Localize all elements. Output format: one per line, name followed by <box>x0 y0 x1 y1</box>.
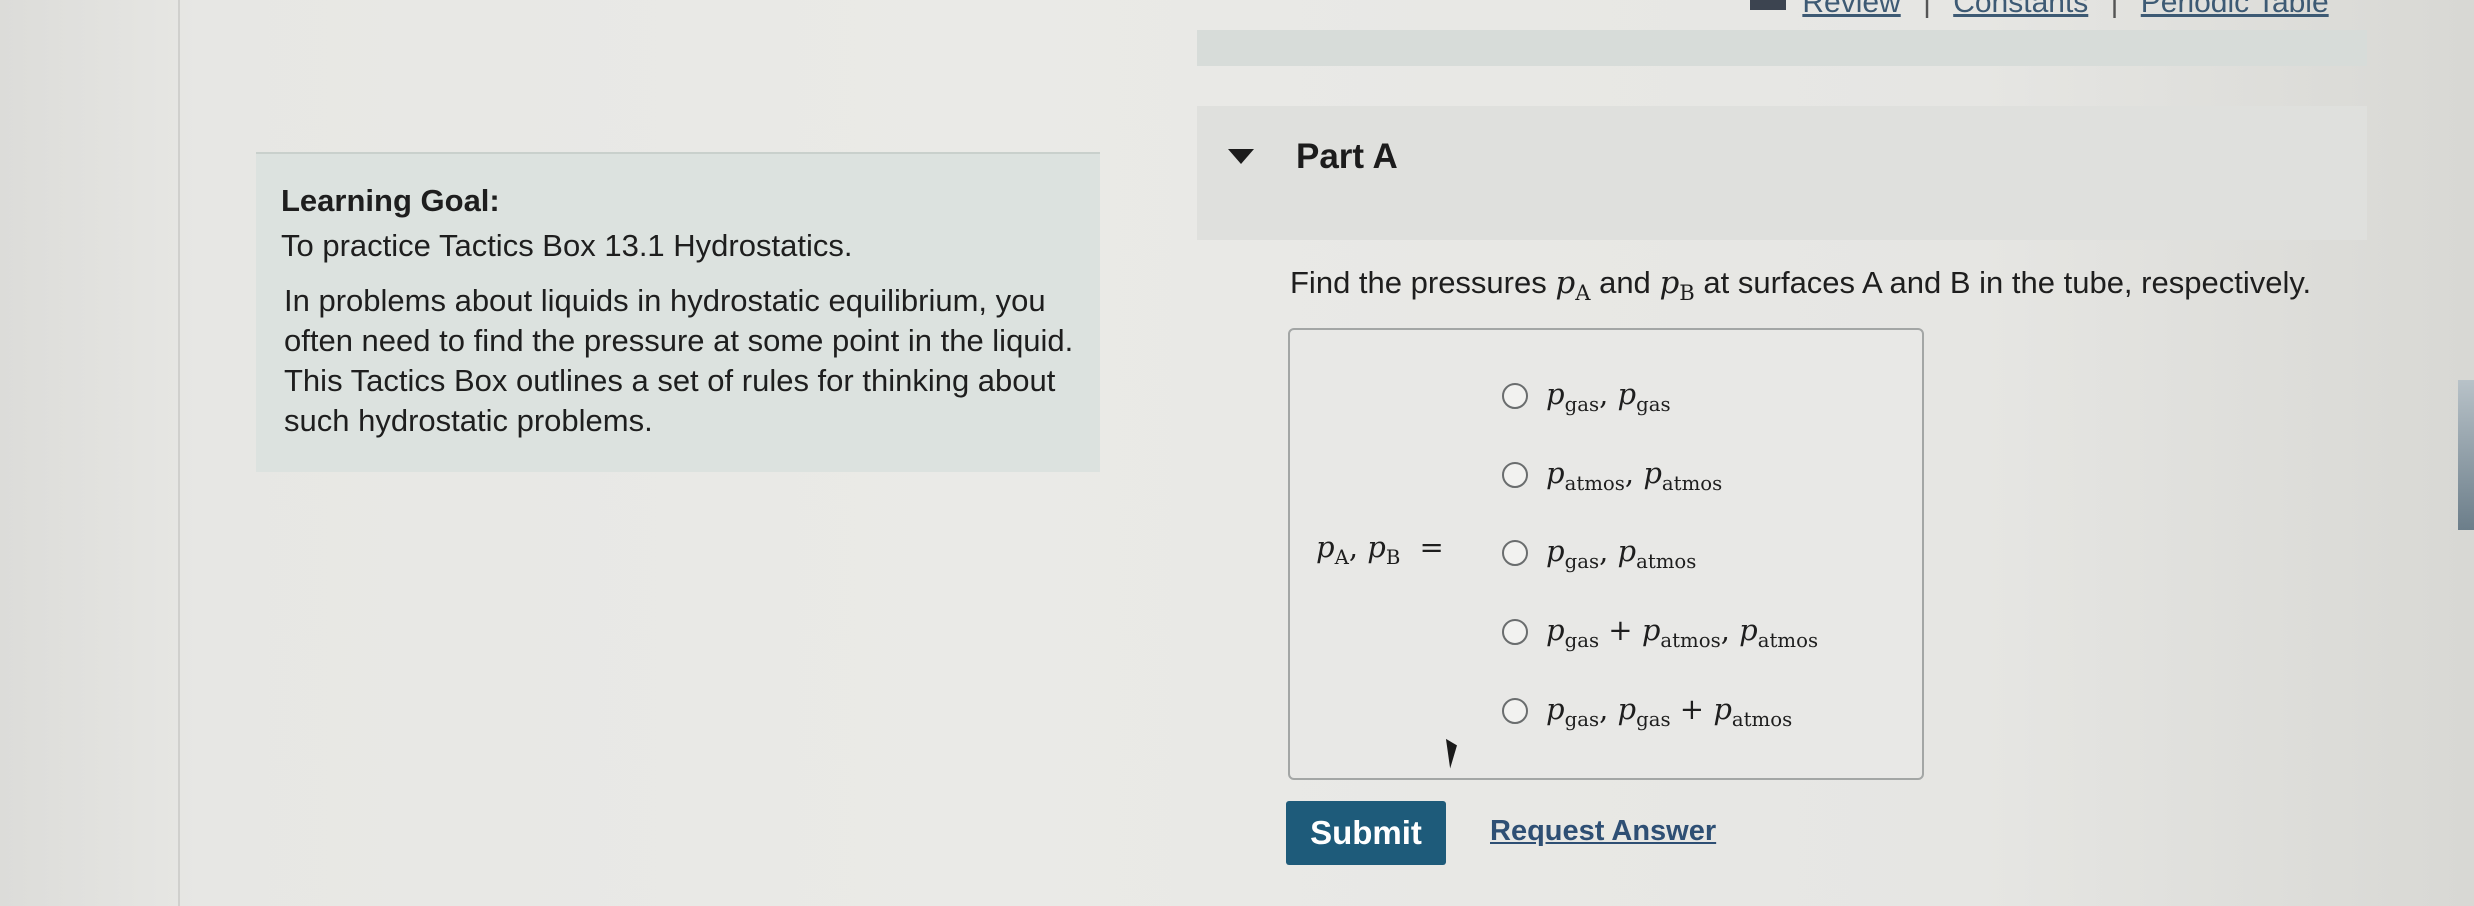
pressure-a-symbol: pA <box>1555 265 1590 305</box>
top-link-bar: Review | Constants | Periodic Table <box>1750 0 2329 19</box>
request-answer-link[interactable]: Request Answer <box>1490 815 1716 848</box>
option-text: patmos, patmos <box>1546 455 1723 495</box>
right-edge-strip <box>2458 380 2474 530</box>
question-mid: and <box>1599 265 1651 300</box>
radio-button[interactable] <box>1502 619 1528 645</box>
equals-sign: = <box>1419 530 1444 564</box>
radio-button[interactable] <box>1502 698 1528 724</box>
answer-label: pA, pB = <box>1316 530 1444 569</box>
pressure-b-symbol: pB <box>1659 265 1694 305</box>
answer-option-5[interactable]: pgas, pgas + patmos <box>1502 691 1792 731</box>
radio-button[interactable] <box>1502 462 1528 488</box>
top-strip <box>1197 30 2367 66</box>
collapse-triangle-icon[interactable] <box>1228 149 1254 164</box>
toolbar-icon <box>1750 0 1786 10</box>
radio-button[interactable] <box>1502 383 1528 409</box>
option-text: pgas, patmos <box>1546 533 1697 573</box>
learning-goal-heading: Learning Goal: <box>281 183 500 218</box>
answer-option-1[interactable]: pgas, pgas <box>1502 376 1671 416</box>
radio-button[interactable] <box>1502 540 1528 566</box>
question-text: Find the pressures pA and pB at surfaces… <box>1290 265 2311 305</box>
answer-option-2[interactable]: patmos, patmos <box>1502 455 1722 495</box>
submit-button[interactable]: Submit <box>1286 801 1446 865</box>
pressure-a-sub: A <box>1575 280 1591 306</box>
option-text: pgas, pgas <box>1546 376 1671 416</box>
option-text: pgas + patmos, patmos <box>1546 612 1819 652</box>
link-separator: | <box>2110 0 2119 19</box>
constants-link[interactable]: Constants <box>1953 0 2088 19</box>
part-title[interactable]: Part A <box>1296 137 1398 177</box>
option-text: pgas, pgas + patmos <box>1546 691 1793 731</box>
question-pre: Find the pressures <box>1290 265 1547 300</box>
pressure-b-sub: B <box>1679 280 1695 306</box>
answer-option-3[interactable]: pgas, patmos <box>1502 533 1696 573</box>
label-var-a: p <box>1316 530 1335 564</box>
label-sub-b: B <box>1385 545 1401 569</box>
periodic-table-link[interactable]: Periodic Table <box>2141 0 2329 19</box>
page-background: Review | Constants | Periodic Table Lear… <box>0 0 2474 906</box>
link-separator: | <box>1923 0 1931 19</box>
question-post: at surfaces A and B in the tube, respect… <box>1703 265 2312 300</box>
answer-option-4[interactable]: pgas + patmos, patmos <box>1502 612 1818 652</box>
review-link[interactable]: Review <box>1802 0 1900 19</box>
pressure-a-var: p <box>1555 265 1576 301</box>
label-var-b: p <box>1367 530 1386 564</box>
left-divider <box>178 0 180 906</box>
learning-goal-body: In problems about liquids in hydrostatic… <box>284 283 1074 438</box>
label-sub-a: A <box>1334 545 1349 569</box>
learning-goal-subheading: To practice Tactics Box 13.1 Hydrostatic… <box>281 228 853 263</box>
pressure-b-var: p <box>1659 265 1680 301</box>
